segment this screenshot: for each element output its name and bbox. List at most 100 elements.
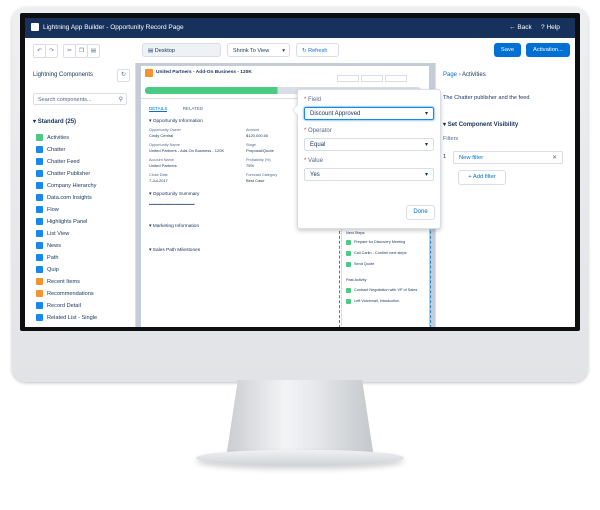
component-label: Flow <box>47 207 59 213</box>
activity-item[interactable]: Prepare for Discovery Meeting <box>354 240 405 244</box>
component-icon <box>36 170 43 178</box>
chevron-down-icon: ▾ <box>282 48 285 54</box>
component-icon <box>36 218 43 226</box>
component-item[interactable]: Record Detail <box>36 301 81 311</box>
component-item[interactable]: Recent Items <box>36 277 80 287</box>
component-label: Quip <box>47 267 59 273</box>
breadcrumb: Page › Activities <box>443 72 486 78</box>
task-icon <box>346 240 351 245</box>
component-label: List View <box>47 231 70 237</box>
section-summary: ▾ Opportunity Summary <box>149 192 200 197</box>
component-icon <box>36 266 43 274</box>
field-label: Probability (%) <box>246 158 271 162</box>
component-item[interactable]: Chatter Feed <box>36 157 80 167</box>
close-icon[interactable]: ✕ <box>552 152 557 165</box>
search-input[interactable]: Search components... ⚲ <box>33 93 127 105</box>
plus-icon: + <box>468 174 472 180</box>
visibility-section-toggle[interactable]: ▾ Set Component Visibility <box>443 121 518 128</box>
component-icon <box>36 242 43 250</box>
back-button[interactable]: ← Back <box>509 24 532 31</box>
app-header: Lightning App Builder - Opportunity Reco… <box>25 18 575 38</box>
activity-timeline[interactable]: Activity Timeline Next Steps Prepare for… <box>341 216 428 326</box>
refresh-label: Refresh <box>308 48 328 54</box>
save-button[interactable]: Save <box>494 43 521 57</box>
opportunity-icon <box>145 69 153 77</box>
field-value: Discount Approved <box>310 111 361 117</box>
field-value: United Partners <box>149 163 177 168</box>
operator-select[interactable]: Equal ▾ <box>304 138 434 151</box>
cut-icon: ✂ <box>67 48 72 54</box>
value-label-text: Value <box>308 158 323 164</box>
component-item[interactable]: Data.com Insights <box>36 193 92 203</box>
section-title: Marketing Information <box>152 224 200 229</box>
section-milestones: ▾ Sales Path Milestones <box>149 248 201 253</box>
field-label: Opportunity Name <box>149 143 180 147</box>
toolbar: ↶ ↷ ✂ ❐ ▤ ▤ Desktop Shrink To View ▾ ↻ Re… <box>25 38 575 64</box>
activity-item[interactable]: Send Quote <box>354 262 374 266</box>
component-item[interactable]: Highlights Panel <box>36 217 87 227</box>
component-item[interactable]: Chatter Publisher <box>36 169 90 179</box>
component-item[interactable]: Activities <box>36 133 69 143</box>
activation-button[interactable]: Activation... <box>526 43 570 57</box>
operator-label: * Operator <box>304 128 332 134</box>
page-title: Lightning App Builder - Opportunity Reco… <box>43 24 184 31</box>
task-icon <box>346 262 351 267</box>
standard-section-toggle[interactable]: ▾ Standard (25) <box>33 118 76 125</box>
component-description: The Chatter publisher and the feed <box>443 95 530 101</box>
component-item[interactable]: News <box>36 241 61 251</box>
view-mode-select[interactable]: Shrink To View ▾ <box>227 43 290 57</box>
value-label: * Value <box>304 158 323 164</box>
monitor-stand <box>226 380 374 458</box>
component-item[interactable]: Flow <box>36 205 59 215</box>
done-button[interactable]: Done <box>406 205 435 220</box>
field-select[interactable]: Discount Approved ▾ <box>304 107 434 120</box>
field-label: Amount <box>246 128 260 132</box>
tab-details[interactable]: DETAILS <box>149 106 168 112</box>
component-label: Chatter <box>47 147 66 153</box>
field-label: Account Name <box>149 158 174 162</box>
component-icon <box>36 182 43 190</box>
component-item[interactable]: Path <box>36 253 59 263</box>
refresh-components-button[interactable]: ↻ <box>117 69 130 82</box>
activity-item[interactable]: Left Voicemail, introduction <box>354 299 399 303</box>
past-activity-label: Past Activity <box>346 278 367 282</box>
component-label: Recent Items <box>47 279 80 285</box>
component-item[interactable]: Related List - Single <box>36 313 97 323</box>
activity-item[interactable]: Contract Negotiation with VP of Sales <box>354 288 417 292</box>
field-label: Stage <box>246 143 256 147</box>
component-item[interactable]: Company Hierarchy <box>36 181 96 191</box>
component-item[interactable]: Chatter <box>36 145 65 155</box>
breadcrumb-page[interactable]: Page <box>443 72 457 78</box>
device-selector[interactable]: ▤ Desktop <box>142 43 221 57</box>
add-filter-button[interactable]: + Add filter <box>458 170 506 185</box>
filter-popover: * Field Discount Approved ▾ * Operator Eq… <box>292 89 441 229</box>
field-value: Proposal/Quote <box>246 148 274 153</box>
component-label: Path <box>47 255 59 261</box>
component-label: Activities <box>47 135 70 141</box>
component-icon <box>36 254 43 262</box>
refresh-button[interactable]: ↻ Refresh <box>296 43 339 57</box>
field-label: Opportunity Owner <box>149 128 181 132</box>
component-item[interactable]: Quip <box>36 265 59 275</box>
component-label: Chatter Publisher <box>47 171 91 177</box>
add-filter-label: Add filter <box>472 174 496 180</box>
component-item[interactable]: Recommendations <box>36 289 94 299</box>
component-label: Record Detail <box>47 303 81 309</box>
component-icon <box>36 134 43 142</box>
search-placeholder: Search components... <box>38 97 92 103</box>
help-button[interactable]: ? Help <box>541 24 560 31</box>
activity-item[interactable]: Call Carlin - Confirm next steps <box>354 251 407 255</box>
tab-related[interactable]: RELATED <box>183 106 203 111</box>
refresh-icon: ↻ <box>302 48 307 54</box>
visibility-title: Set Component Visibility <box>447 122 519 128</box>
popover-arrow-inner <box>293 105 298 115</box>
breadcrumb-current: Activities <box>462 72 486 78</box>
chevron-down-icon: ▾ <box>424 111 428 117</box>
redo-button[interactable]: ↷ <box>45 44 58 58</box>
field-label-text: Field <box>308 97 322 103</box>
component-item[interactable]: List View <box>36 229 69 239</box>
paste-button[interactable]: ▤ <box>87 44 100 58</box>
new-filter-item[interactable]: New filter ✕ <box>453 151 563 164</box>
chevron-down-icon: ▾ <box>33 119 37 125</box>
value-select[interactable]: Yes ▾ <box>304 168 434 181</box>
